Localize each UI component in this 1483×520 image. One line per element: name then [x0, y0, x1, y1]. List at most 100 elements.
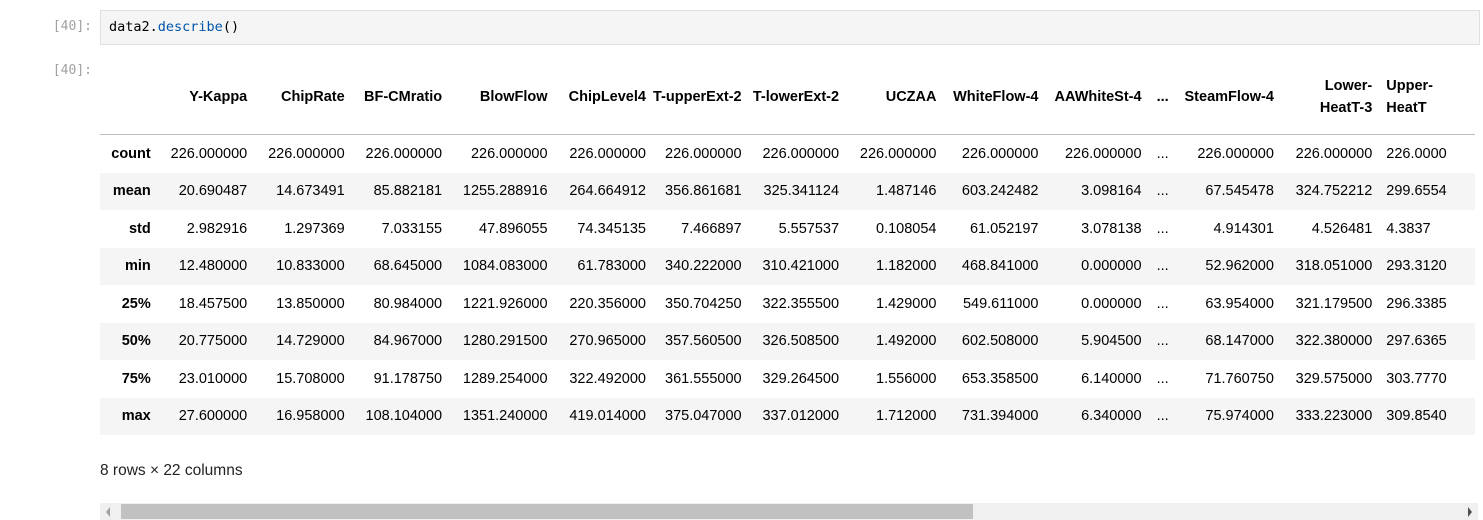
table-cell: 13.850000: [276, 295, 345, 312]
input-prompt: [40]:: [52, 19, 92, 34]
shape-summary: 8 rows × 22 columns: [100, 462, 243, 479]
table-cell: 1280.291500: [462, 333, 548, 350]
row-index: count: [111, 145, 151, 162]
column-header: ChipLevel4: [554, 60, 653, 135]
table-cell: ...: [1156, 370, 1169, 387]
table-cell: 1.182000: [876, 258, 937, 275]
column-header: ...: [1148, 60, 1177, 135]
table-cell: 63.954000: [1205, 295, 1274, 312]
table-cell: 731.394000: [961, 408, 1039, 425]
table-cell: 27.600000: [178, 408, 248, 425]
column-header: Lower-HeatT-3: [1280, 60, 1380, 135]
table-cell: 226.000000: [961, 145, 1039, 162]
table-row: min 12.480000 10.833000 68.645000 1084.08300…: [100, 247, 1475, 285]
table-cell: 322.380000: [1295, 333, 1373, 350]
table-cell: 1.492000: [876, 333, 937, 350]
table-cell: 1351.240000: [462, 408, 548, 425]
table-cell: 3.078138: [1081, 220, 1142, 237]
table-cell: 220.356000: [569, 295, 646, 312]
table-cell: 357.560500: [665, 333, 742, 350]
scroll-left-arrow-icon[interactable]: [106, 507, 110, 517]
table-cell: 4.3837: [1386, 220, 1431, 237]
output-prompt: [40]:: [52, 63, 92, 78]
table-row: count 226.000000 226.000000 226.000000 226.0…: [100, 134, 1475, 173]
table-cell: 329.264500: [762, 370, 840, 387]
table-cell: 318.051000: [1295, 258, 1373, 275]
table-cell: ...: [1156, 333, 1169, 350]
table-cell: 10.833000: [276, 258, 345, 275]
horizontal-scrollbar[interactable]: [100, 503, 1478, 520]
column-header: T-upperExt-2: [652, 60, 749, 135]
table-cell: 270.965000: [569, 333, 646, 350]
table-cell: ...: [1156, 295, 1169, 312]
table-cell: 310.421000: [762, 258, 840, 275]
table-cell: 549.611000: [962, 295, 1039, 312]
table-cell: 5.904500: [1081, 333, 1142, 350]
table-cell: 1255.288916: [462, 183, 548, 200]
table-cell: 325.341124: [763, 183, 840, 200]
table-cell: 1084.083000: [462, 258, 548, 275]
table-cell: 16.958000: [276, 408, 345, 425]
code-cell-input[interactable]: data2.describe(): [100, 10, 1480, 45]
table-row: max 27.600000 16.958000 108.104000 1351.2400…: [100, 397, 1475, 435]
table-cell: 74.345135: [577, 220, 646, 237]
table-cell: 1221.926000: [462, 295, 548, 312]
table-cell: 375.047000: [665, 408, 742, 425]
table-cell: 297.6365: [1386, 333, 1447, 350]
table-cell: 326.508500: [762, 333, 840, 350]
scrollbar-thumb[interactable]: [121, 504, 973, 519]
table-cell: 1.712000: [876, 408, 937, 425]
table-cell: 23.010000: [178, 370, 248, 387]
table-cell: 6.340000: [1081, 408, 1142, 425]
row-index: min: [124, 258, 151, 275]
table-cell: 226.0000: [1386, 145, 1447, 162]
table-cell: 15.708000: [276, 370, 345, 387]
table-cell: 71.760750: [1205, 370, 1274, 387]
table-cell: 303.7770: [1386, 370, 1447, 387]
table-cell: 653.358500: [961, 370, 1039, 387]
table-cell: 18.457500: [178, 295, 248, 312]
scroll-right-arrow-icon[interactable]: [1468, 507, 1472, 517]
table-cell: ...: [1156, 258, 1169, 275]
table-cell: 603.242482: [961, 183, 1039, 200]
table-cell: 340.222000: [665, 258, 742, 275]
table-cell: 333.223000: [1295, 408, 1373, 425]
table-cell: 108.104000: [365, 408, 443, 425]
code-method: describe: [157, 19, 223, 35]
column-header: SteamFlow-4: [1176, 60, 1281, 135]
column-header: ChipRate: [254, 60, 352, 135]
table-cell: 226.000000: [170, 145, 248, 162]
table-cell: 14.729000: [276, 333, 345, 350]
table-cell: 0.000000: [1081, 295, 1142, 312]
table-cell: 0.000000: [1081, 258, 1142, 275]
table-cell: 226.000000: [1295, 145, 1373, 162]
table-cell: 61.783000: [577, 258, 646, 275]
column-header: WhiteFlow-4: [943, 60, 1046, 135]
column-header: AAWhiteSt-4: [1045, 60, 1149, 135]
column-header: Y-Kappa: [157, 60, 255, 135]
table-cell: 20.775000: [178, 333, 248, 350]
table-cell: 226.000000: [1197, 145, 1274, 162]
table-cell: 85.882181: [373, 183, 443, 200]
table-cell: 20.690487: [178, 183, 248, 200]
table-cell: 52.962000: [1205, 258, 1274, 275]
table-cell: 1289.254000: [462, 370, 548, 387]
table-cell: 293.3120: [1386, 258, 1447, 275]
table-cell: 12.480000: [178, 258, 248, 275]
table-cell: 3.098164: [1081, 183, 1142, 200]
row-index: 75%: [121, 370, 151, 387]
table-cell: 226.000000: [365, 145, 443, 162]
table-cell: 0.108054: [876, 220, 937, 237]
table-cell: 68.645000: [373, 258, 443, 275]
column-header: Upper-HeatT: [1379, 60, 1475, 135]
table-cell: 4.526481: [1311, 220, 1373, 237]
table-cell: 329.575000: [1295, 370, 1373, 387]
column-header: BlowFlow: [449, 60, 555, 135]
table-cell: ...: [1156, 220, 1169, 237]
code-parens: (): [222, 19, 240, 35]
row-index: mean: [112, 183, 151, 200]
table-cell: ...: [1156, 145, 1169, 162]
table-cell: 1.487146: [876, 183, 937, 200]
table-cell: 67.545478: [1205, 183, 1274, 200]
table-cell: 7.033155: [381, 220, 443, 237]
